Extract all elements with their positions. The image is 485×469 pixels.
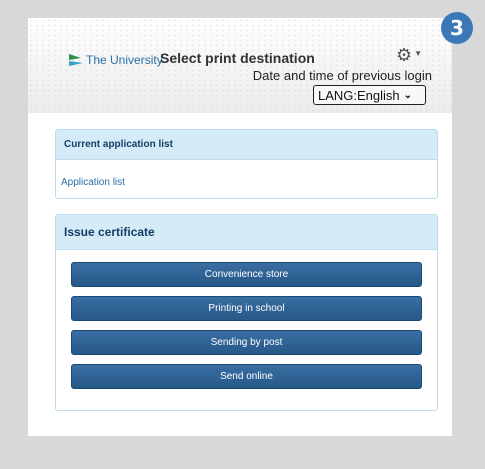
- printing-in-school-button[interactable]: Printing in school: [71, 296, 422, 321]
- gear-icon: ⚙: [396, 45, 413, 65]
- settings-menu[interactable]: ⚙ ▼: [396, 46, 422, 64]
- issue-certificate-panel: Issue certificate Convenience store Prin…: [55, 214, 438, 411]
- logo-text: The University: [86, 53, 163, 67]
- step-number-badge: 3: [441, 12, 473, 44]
- caret-down-icon: ▼: [414, 48, 423, 58]
- current-application-heading: Current application list: [56, 130, 437, 160]
- chevron-down-icon: ⌄: [403, 89, 413, 101]
- sending-by-post-button[interactable]: Sending by post: [71, 330, 422, 355]
- issue-certificate-heading: Issue certificate: [56, 215, 437, 250]
- application-list-link[interactable]: Application list: [61, 177, 125, 188]
- current-application-panel: Current application list Application lis…: [55, 129, 438, 199]
- page-header: The University Select print destination …: [28, 18, 452, 113]
- convenience-store-button[interactable]: Convenience store: [71, 262, 422, 287]
- page-title: Select print destination: [160, 50, 315, 66]
- language-select-value: LANG:English: [318, 87, 400, 103]
- language-select[interactable]: LANG:English ⌄: [313, 85, 426, 105]
- send-online-button[interactable]: Send online: [71, 364, 422, 389]
- previous-login-label: Date and time of previous login: [252, 68, 432, 83]
- university-logo-icon: [69, 54, 83, 66]
- university-logo[interactable]: The University: [68, 52, 163, 68]
